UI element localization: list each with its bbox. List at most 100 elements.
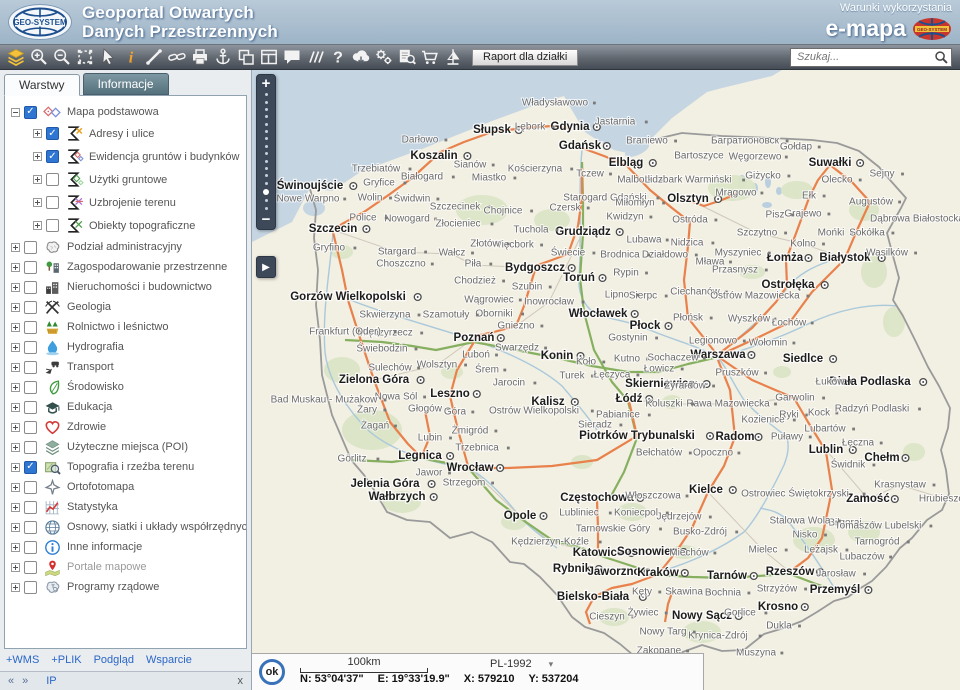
zoom-level-dot[interactable] bbox=[265, 108, 268, 111]
expand-node-icon[interactable] bbox=[11, 463, 20, 472]
info-icon[interactable]: i bbox=[119, 45, 142, 69]
layer-item-geology[interactable]: Geologia bbox=[11, 297, 244, 317]
expand-node-icon[interactable] bbox=[11, 523, 20, 532]
layer-item-gov-programs[interactable]: Programy rządowe bbox=[11, 577, 244, 597]
zoom-out-icon[interactable] bbox=[50, 45, 73, 69]
zoom-level-dot[interactable] bbox=[265, 207, 268, 210]
layer-checkbox[interactable] bbox=[24, 541, 37, 554]
sidebar-collapse-button[interactable]: ▶ bbox=[256, 256, 276, 278]
layer-checkbox[interactable]: ✓ bbox=[46, 127, 59, 140]
search-input[interactable] bbox=[797, 51, 934, 63]
expand-node-icon[interactable] bbox=[33, 152, 42, 161]
layer-item-topography[interactable]: ✓Topografia i rzeźba terenu bbox=[11, 457, 244, 477]
footer-link-wms[interactable]: +WMS bbox=[6, 654, 39, 666]
expand-node-icon[interactable] bbox=[33, 198, 42, 207]
layer-checkbox[interactable] bbox=[24, 401, 37, 414]
layer-checkbox[interactable] bbox=[24, 521, 37, 534]
layer-item-education[interactable]: Edukacja bbox=[11, 397, 244, 417]
layer-checkbox[interactable] bbox=[24, 261, 37, 274]
layout-icon[interactable] bbox=[257, 45, 280, 69]
layer-checkbox[interactable] bbox=[24, 481, 37, 494]
cart-icon[interactable] bbox=[418, 45, 441, 69]
layer-item-land-use[interactable]: Użytki gruntowe bbox=[33, 168, 244, 191]
zoom-level-dot[interactable] bbox=[265, 199, 268, 202]
expand-node-icon[interactable] bbox=[11, 443, 20, 452]
terms-link[interactable]: Warunki wykorzystania bbox=[840, 2, 952, 14]
layer-checkbox[interactable] bbox=[24, 321, 37, 334]
expand-node-icon[interactable] bbox=[11, 303, 20, 312]
anchor-icon[interactable] bbox=[211, 45, 234, 69]
zoom-level-dot[interactable] bbox=[265, 130, 268, 133]
zoom-in-button[interactable]: + bbox=[262, 76, 271, 91]
print-icon[interactable] bbox=[188, 45, 211, 69]
expand-node-icon[interactable] bbox=[11, 323, 20, 332]
help-icon[interactable]: ? bbox=[326, 45, 349, 69]
zoom-level-dot[interactable] bbox=[265, 123, 268, 126]
layer-item-poi[interactable]: Użyteczne miejsca (POI) bbox=[11, 437, 244, 457]
zoom-level-dot[interactable] bbox=[265, 145, 268, 148]
layer-item-orthophoto[interactable]: Ortofotomapa bbox=[11, 477, 244, 497]
zoom-level-dot[interactable] bbox=[265, 152, 268, 155]
layer-item-admin-division[interactable]: Podział administracyjny bbox=[11, 237, 244, 257]
crs-select[interactable]: PL-1992 ▾ bbox=[490, 658, 553, 670]
expand-node-icon[interactable] bbox=[11, 283, 20, 292]
layer-checkbox[interactable] bbox=[24, 241, 37, 254]
expand-node-icon[interactable] bbox=[33, 221, 42, 230]
sail-icon[interactable] bbox=[441, 45, 464, 69]
zoom-level-current[interactable] bbox=[263, 189, 269, 195]
link-icon[interactable] bbox=[165, 45, 188, 69]
pointer-icon[interactable] bbox=[96, 45, 119, 69]
expand-node-icon[interactable] bbox=[11, 583, 20, 592]
layer-checkbox[interactable] bbox=[46, 196, 59, 209]
search-icon[interactable] bbox=[934, 50, 949, 65]
layer-checkbox[interactable]: ✓ bbox=[46, 150, 59, 163]
measure-icon[interactable] bbox=[142, 45, 165, 69]
expand-node-icon[interactable] bbox=[11, 483, 20, 492]
expand-node-icon[interactable] bbox=[11, 543, 20, 552]
layer-item-statistics[interactable]: Statystyka bbox=[11, 497, 244, 517]
zoom-level-dot[interactable] bbox=[265, 182, 268, 185]
zoom-level-dot[interactable] bbox=[265, 101, 268, 104]
expand-node-icon[interactable] bbox=[11, 383, 20, 392]
layer-checkbox[interactable] bbox=[24, 281, 37, 294]
select-area-icon[interactable] bbox=[73, 45, 96, 69]
layer-item-agriculture[interactable]: Rolnictwo i leśnictwo bbox=[11, 317, 244, 337]
zoom-out-button[interactable]: − bbox=[262, 212, 271, 227]
layer-checkbox[interactable]: ✓ bbox=[24, 461, 37, 474]
zoom-level-dot[interactable] bbox=[265, 137, 268, 140]
collapse-node-icon[interactable] bbox=[11, 108, 20, 117]
pager-prev-button[interactable]: « bbox=[8, 675, 14, 687]
comment-icon[interactable] bbox=[280, 45, 303, 69]
expand-node-icon[interactable] bbox=[11, 423, 20, 432]
layer-item-map-portals[interactable]: Portale mapowe bbox=[11, 557, 244, 577]
expand-node-icon[interactable] bbox=[33, 129, 42, 138]
expand-node-icon[interactable] bbox=[11, 343, 20, 352]
layer-checkbox[interactable] bbox=[24, 561, 37, 574]
layer-item-health[interactable]: Zdrowie bbox=[11, 417, 244, 437]
footer-link-wsparcie[interactable]: Wsparcie bbox=[146, 654, 192, 666]
map-canvas[interactable]: ŚwinoujścieSzczecinKoszalinSłupskGdyniaG… bbox=[252, 70, 960, 690]
layer-item-real-estate[interactable]: Nieruchomości i budownictwo bbox=[11, 277, 244, 297]
layer-checkbox[interactable] bbox=[24, 581, 37, 594]
layer-checkbox[interactable] bbox=[24, 341, 37, 354]
layer-item-other-info[interactable]: Inne informacje bbox=[11, 537, 244, 557]
expand-node-icon[interactable] bbox=[33, 175, 42, 184]
report-parcel-button[interactable]: Raport dla działki bbox=[472, 49, 578, 66]
expand-node-icon[interactable] bbox=[11, 503, 20, 512]
layer-checkbox[interactable] bbox=[46, 173, 59, 186]
layer-item-spatial-planning[interactable]: Zagospodarowanie przestrzenne bbox=[11, 257, 244, 277]
layers-icon[interactable] bbox=[4, 45, 27, 69]
layer-item-utilities[interactable]: Uzbrojenie terenu bbox=[33, 191, 244, 214]
cloud-icon[interactable] bbox=[349, 45, 372, 69]
layer-checkbox[interactable] bbox=[46, 219, 59, 232]
footer-link-podgląd[interactable]: Podgląd bbox=[94, 654, 134, 666]
pager-next-button[interactable]: » bbox=[22, 675, 28, 687]
zoom-in-icon[interactable] bbox=[27, 45, 50, 69]
zoom-level-dot[interactable] bbox=[265, 160, 268, 163]
layer-checkbox[interactable] bbox=[24, 501, 37, 514]
layer-checkbox[interactable]: ✓ bbox=[24, 106, 37, 119]
expand-node-icon[interactable] bbox=[11, 403, 20, 412]
zoom-level-dot[interactable] bbox=[265, 93, 268, 96]
layer-item-base-map[interactable]: ✓Mapa podstawowa bbox=[11, 102, 244, 122]
footer-link-plik[interactable]: +PLIK bbox=[51, 654, 81, 666]
